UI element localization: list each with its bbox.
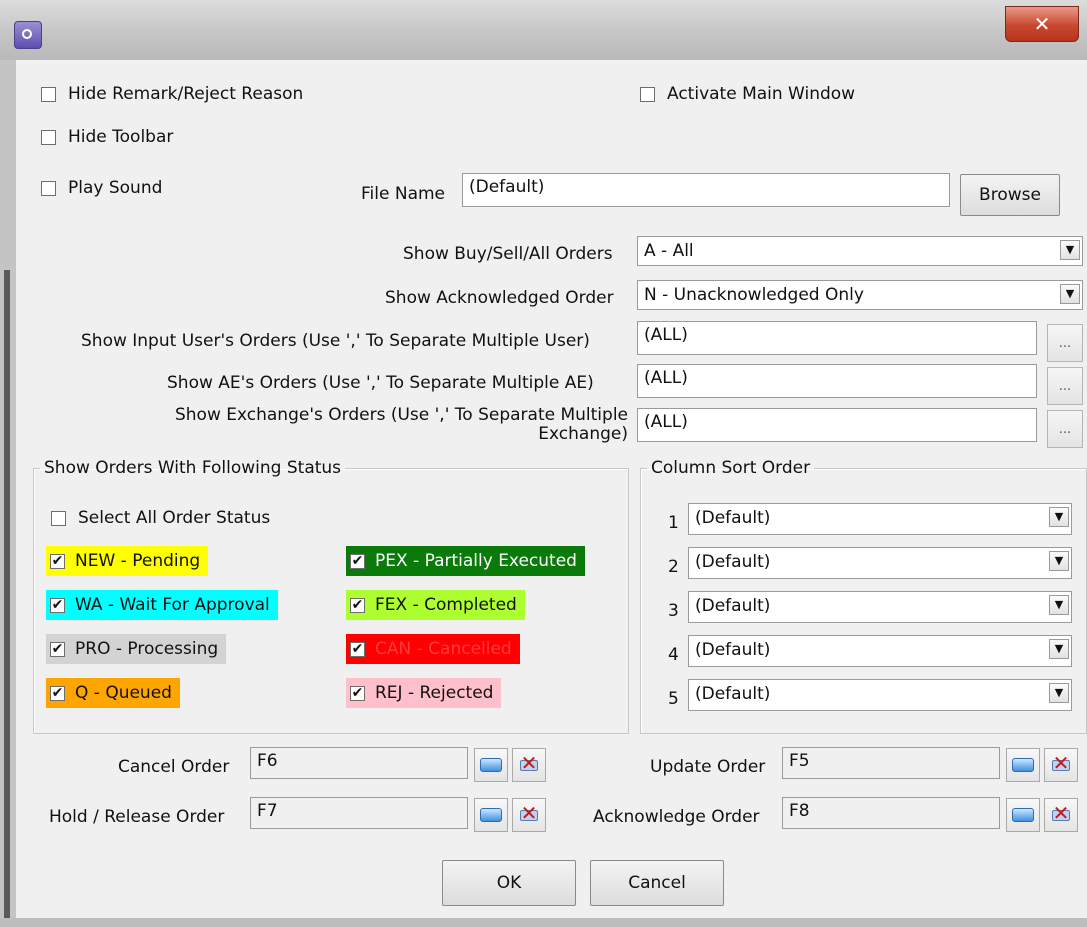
keyboard-icon: [1012, 808, 1034, 822]
checkbox-box[interactable]: [350, 641, 365, 657]
checkbox-box[interactable]: [350, 685, 365, 701]
acknowledge-clear-key-button[interactable]: ✕: [1044, 798, 1078, 832]
browse-button[interactable]: Browse: [960, 174, 1060, 216]
clear-keyboard-icon: ✕: [1052, 751, 1070, 775]
status-rej-checkbox[interactable]: REJ - Rejected: [346, 678, 502, 708]
update-order-clear-key-button[interactable]: ✕: [1044, 748, 1078, 782]
chevron-down-icon[interactable]: ▼: [1049, 551, 1069, 571]
ok-button[interactable]: OK: [442, 860, 576, 906]
status-pex-checkbox[interactable]: PEX - Partially Executed: [346, 546, 585, 576]
chevron-down-icon[interactable]: ▼: [1049, 683, 1069, 703]
cancel-order-clear-key-button[interactable]: ✕: [512, 748, 546, 782]
cancel-order-hotkey-field[interactable]: F6: [250, 747, 468, 779]
update-order-hotkey-field[interactable]: F5: [782, 747, 1000, 779]
status-q-checkbox[interactable]: Q - Queued: [46, 678, 180, 708]
checkbox-box[interactable]: [640, 86, 655, 102]
acknowledged-select[interactable]: N - Unacknowledged Only ▼: [637, 280, 1083, 310]
sort-order-select-2[interactable]: (Default) ▼: [688, 547, 1072, 579]
chevron-down-icon[interactable]: ▼: [1049, 595, 1069, 615]
input-user-label: Show Input User's Orders (Use ',' To Sep…: [81, 331, 590, 351]
sort-index-label: 3: [668, 601, 679, 621]
checkbox-box[interactable]: [41, 86, 56, 102]
hide-remark-checkbox[interactable]: Hide Remark/Reject Reason: [41, 84, 303, 104]
clear-keyboard-icon: ✕: [520, 801, 538, 825]
checkbox-box[interactable]: [50, 685, 65, 701]
chevron-down-icon[interactable]: ▼: [1049, 507, 1069, 527]
title-bar: [0, 0, 1087, 60]
select-all-status-checkbox[interactable]: Select All Order Status: [51, 508, 270, 528]
ae-label: Show AE's Orders (Use ',' To Separate Mu…: [167, 373, 594, 393]
checkbox-box[interactable]: [50, 597, 65, 613]
dialog-body: Hide Remark/Reject Reason Activate Main …: [16, 60, 1087, 918]
exchange-field[interactable]: (ALL): [637, 408, 1037, 442]
sort-index-label: 2: [668, 557, 679, 577]
status-pro-checkbox[interactable]: PRO - Processing: [46, 634, 227, 664]
checkbox-box[interactable]: [41, 129, 56, 145]
keyboard-icon: [1012, 758, 1034, 772]
chevron-down-icon[interactable]: ▼: [1060, 240, 1080, 260]
cancel-order-label: Cancel Order: [118, 757, 230, 777]
checkbox-box[interactable]: [50, 641, 65, 657]
status-group-title: Show Orders With Following Status: [44, 458, 342, 478]
sort-index-label: 1: [668, 513, 679, 533]
status-wa-checkbox[interactable]: WA - Wait For Approval: [46, 590, 278, 620]
exchange-label: Show Exchange's Orders (Use ',' To Separ…: [174, 405, 628, 444]
close-button[interactable]: ✕: [1005, 6, 1079, 42]
hold-release-hotkey-field[interactable]: F7: [250, 797, 468, 829]
checkbox-box[interactable]: [50, 553, 65, 569]
cancel-button[interactable]: Cancel: [590, 860, 724, 906]
buy-sell-select[interactable]: A - All ▼: [637, 236, 1083, 266]
hold-release-order-label: Hold / Release Order: [49, 807, 225, 827]
update-order-label: Update Order: [650, 757, 766, 777]
update-order-set-key-button[interactable]: [1006, 748, 1040, 782]
app-icon: [14, 21, 42, 49]
status-can-checkbox[interactable]: CAN - Cancelled: [346, 634, 520, 664]
input-user-field[interactable]: (ALL): [637, 321, 1037, 355]
buy-sell-label: Show Buy/Sell/All Orders: [403, 244, 613, 264]
keyboard-icon: [480, 758, 502, 772]
sort-index-label: 4: [668, 645, 679, 665]
checkbox-box[interactable]: [350, 597, 365, 613]
chevron-down-icon[interactable]: ▼: [1060, 284, 1080, 304]
file-name-label: File Name: [361, 184, 446, 204]
status-new-checkbox[interactable]: NEW - Pending: [46, 546, 209, 576]
chevron-down-icon[interactable]: ▼: [1049, 639, 1069, 659]
acknowledge-set-key-button[interactable]: [1006, 798, 1040, 832]
window-frame-bottom: [0, 918, 1087, 927]
checkbox-box[interactable]: [350, 553, 365, 569]
input-user-ellipsis-button[interactable]: ...: [1047, 324, 1083, 362]
sort-order-select-1[interactable]: (Default) ▼: [688, 503, 1072, 535]
acknowledge-hotkey-field[interactable]: F8: [782, 797, 1000, 829]
sort-index-label: 5: [668, 689, 679, 709]
sort-order-select-5[interactable]: (Default) ▼: [688, 679, 1072, 711]
keyboard-icon: [480, 808, 502, 822]
window-frame-left: [0, 60, 16, 927]
hold-release-clear-key-button[interactable]: ✕: [512, 798, 546, 832]
checkbox-box[interactable]: [41, 180, 56, 196]
status-fex-checkbox[interactable]: FEX - Completed: [346, 590, 525, 620]
sort-order-select-4[interactable]: (Default) ▼: [688, 635, 1072, 667]
file-name-input[interactable]: (Default): [462, 173, 950, 207]
close-icon: ✕: [1033, 12, 1051, 36]
sort-group-title: Column Sort Order: [651, 458, 811, 478]
acknowledged-label: Show Acknowledged Order: [385, 288, 614, 308]
exchange-ellipsis-button[interactable]: ...: [1047, 410, 1083, 448]
clear-keyboard-icon: ✕: [1052, 801, 1070, 825]
activate-main-window-checkbox[interactable]: Activate Main Window: [640, 84, 855, 104]
hide-toolbar-checkbox[interactable]: Hide Toolbar: [41, 127, 173, 147]
cancel-order-set-key-button[interactable]: [474, 748, 508, 782]
acknowledge-order-label: Acknowledge Order: [593, 807, 760, 827]
checkbox-box[interactable]: [51, 510, 66, 526]
clear-keyboard-icon: ✕: [520, 751, 538, 775]
ae-field[interactable]: (ALL): [637, 364, 1037, 398]
sort-order-select-3[interactable]: (Default) ▼: [688, 591, 1072, 623]
ae-ellipsis-button[interactable]: ...: [1047, 367, 1083, 405]
play-sound-checkbox[interactable]: Play Sound: [41, 178, 162, 198]
hold-release-set-key-button[interactable]: [474, 798, 508, 832]
